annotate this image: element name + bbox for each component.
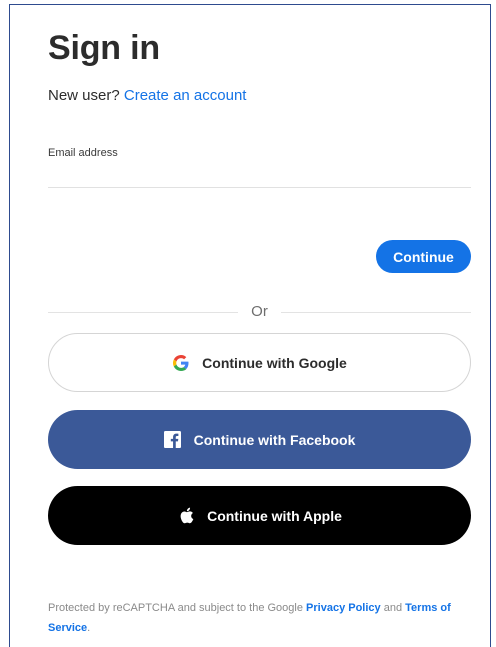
apple-icon [177, 507, 195, 525]
or-divider: Or [48, 302, 471, 322]
continue-with-facebook-button[interactable]: Continue with Facebook [48, 410, 471, 469]
divider-line-right [281, 312, 471, 313]
footer-and: and [383, 602, 403, 614]
recaptcha-footer: Protected by reCAPTCHA and subject to th… [48, 598, 471, 638]
email-input[interactable] [48, 164, 471, 188]
email-label: Email address [48, 147, 118, 159]
google-button-label: Continue with Google [202, 354, 347, 371]
continue-button[interactable]: Continue [376, 240, 471, 273]
google-icon [172, 354, 190, 372]
footer-period: . [87, 622, 91, 634]
continue-with-google-button[interactable]: Continue with Google [48, 333, 471, 392]
facebook-icon [164, 431, 182, 449]
facebook-button-label: Continue with Facebook [193, 431, 356, 448]
page-title: Sign in [48, 29, 160, 67]
new-user-label: New user? [48, 87, 120, 104]
privacy-policy-link[interactable]: Privacy Policy [306, 602, 381, 614]
continue-with-apple-button[interactable]: Continue with Apple [48, 486, 471, 545]
footer-text: Protected by reCAPTCHA and subject to th… [48, 602, 303, 614]
create-account-link[interactable]: Create an account [124, 87, 247, 104]
new-user-line: New user? Create an account [48, 86, 246, 106]
apple-button-label: Continue with Apple [207, 507, 342, 524]
